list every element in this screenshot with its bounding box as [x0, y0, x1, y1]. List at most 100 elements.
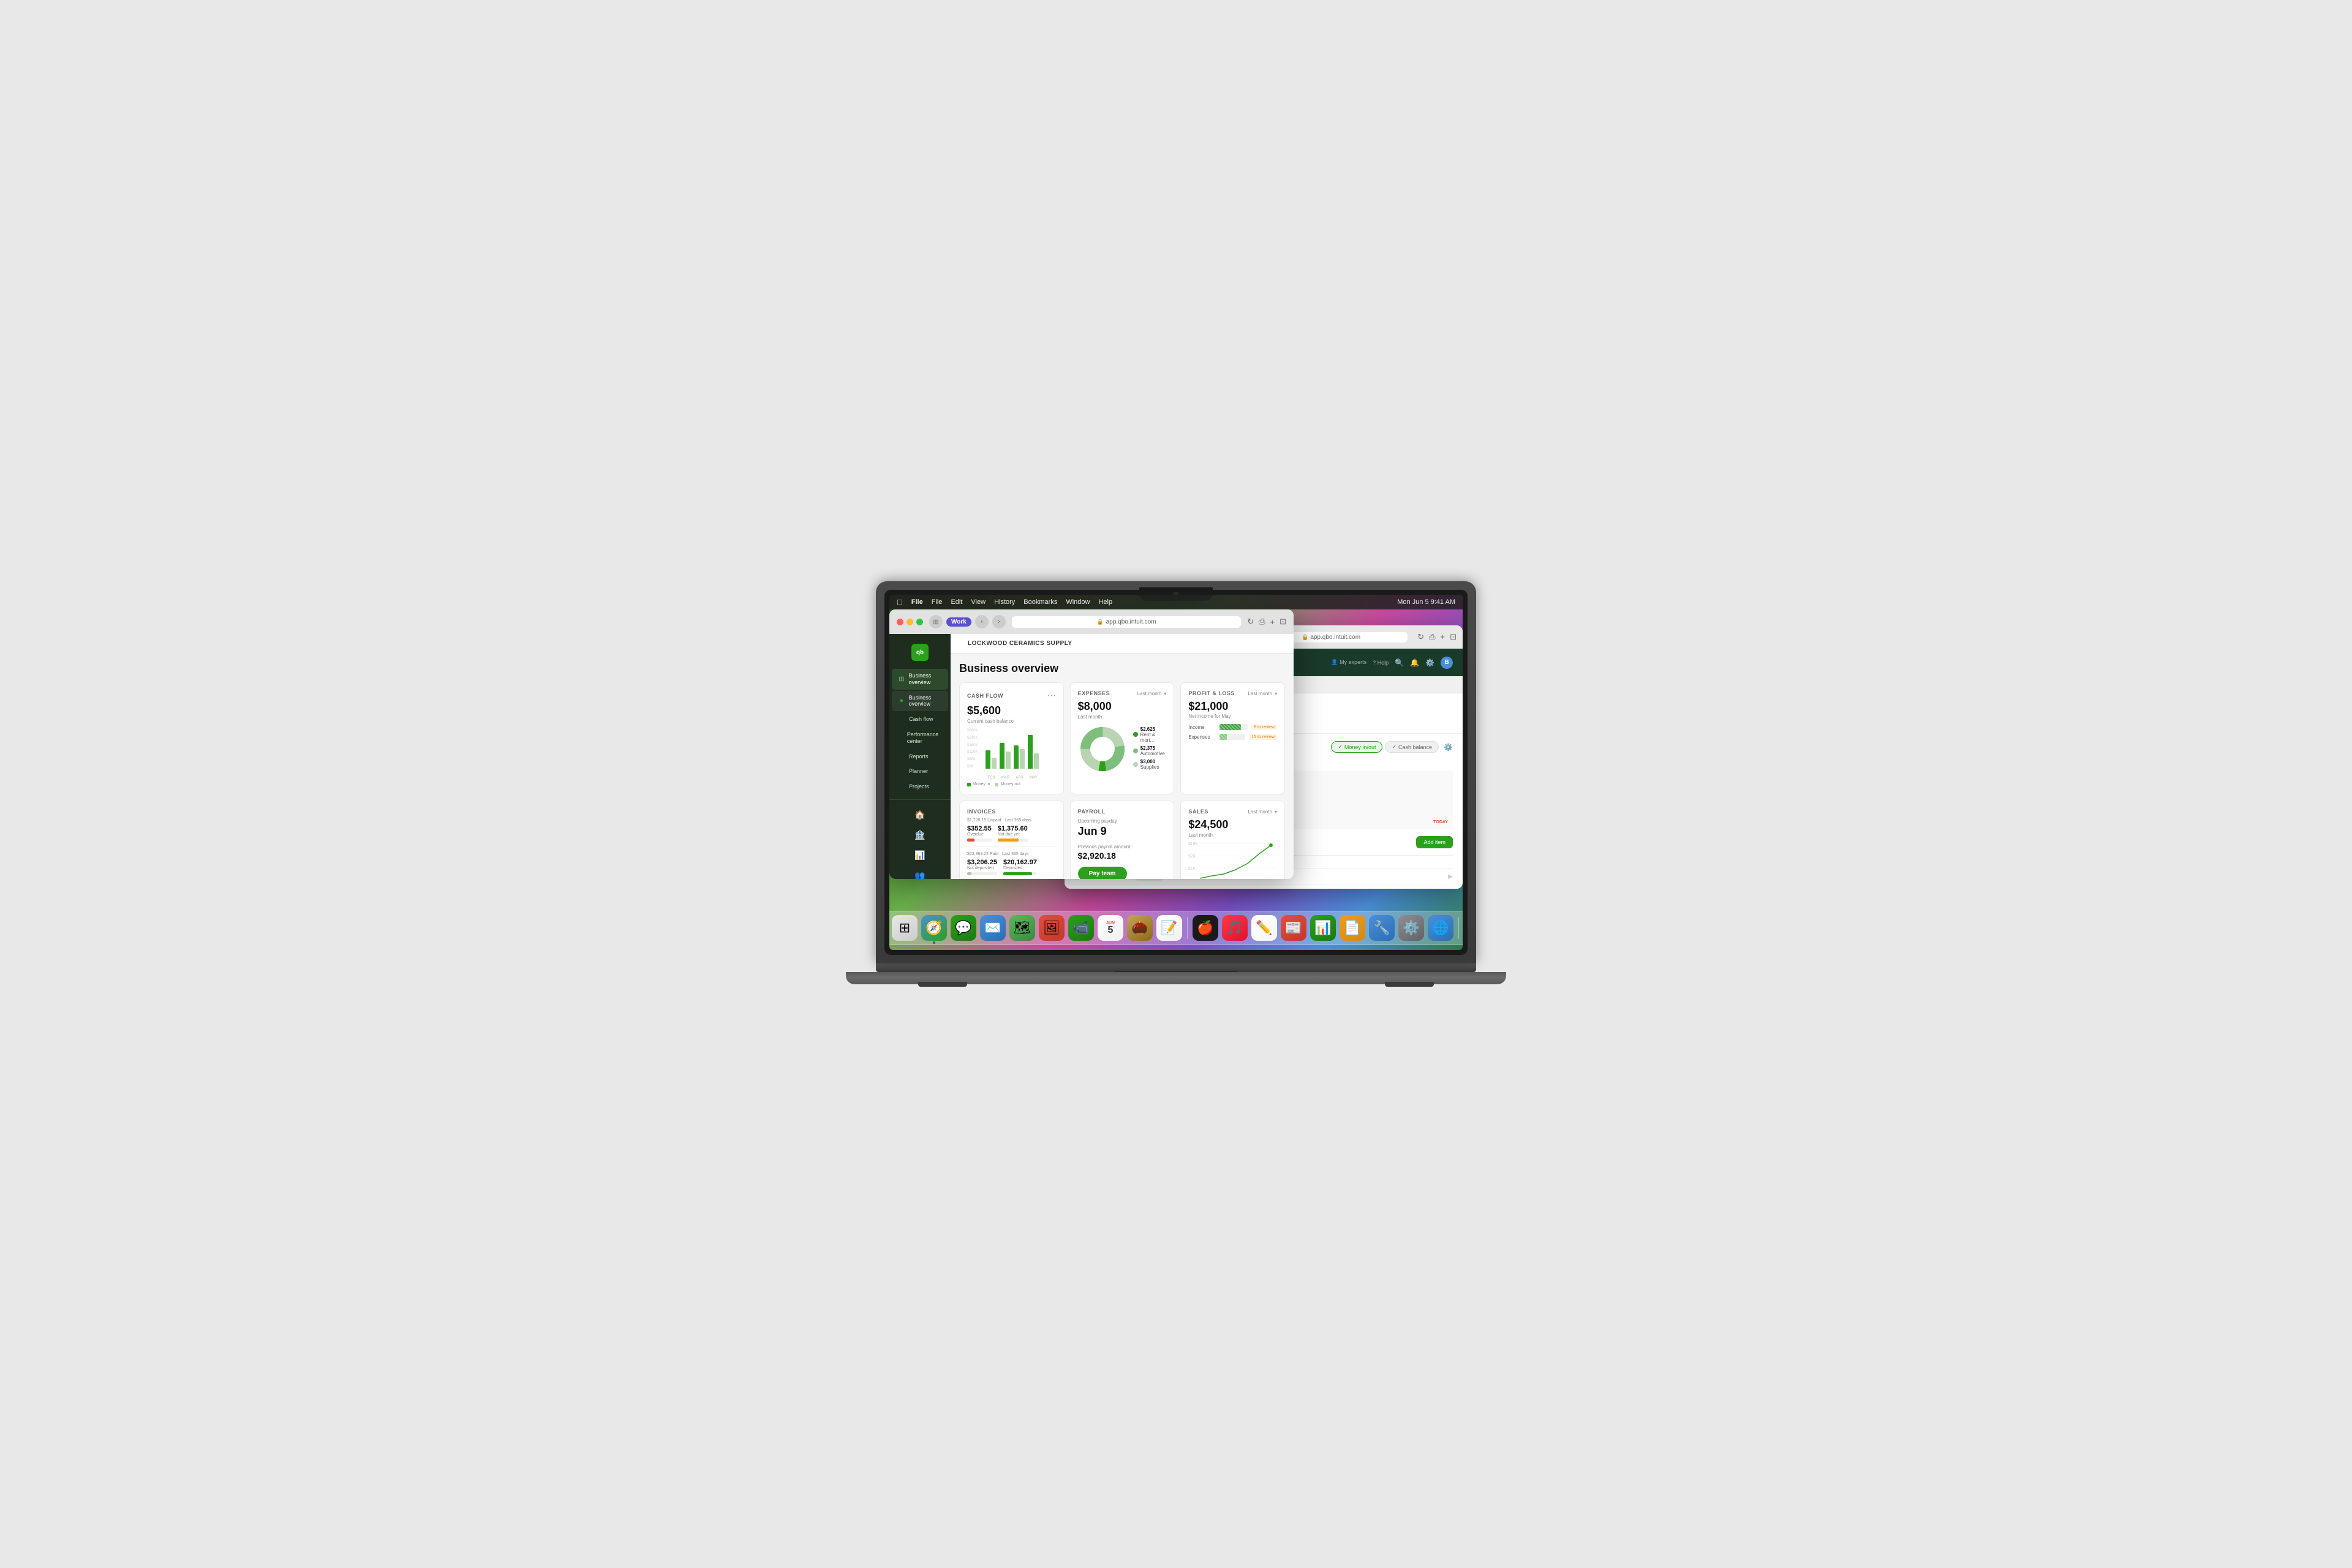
sidebar-toggle-front[interactable]: ⊞ [929, 615, 943, 628]
dock-maps[interactable]: 🗺 [1009, 915, 1035, 941]
menu-view[interactable]: View [971, 598, 986, 606]
row1-expand[interactable]: ▶ [1448, 873, 1453, 880]
cf-bar-group-may [1028, 735, 1039, 769]
add-item-btn[interactable]: Add item [1416, 836, 1453, 848]
expenses-dropdown-icon: ▾ [1164, 691, 1166, 696]
sidebar-item-cashflow[interactable]: Cash flow [892, 712, 948, 726]
share-icon-front[interactable]: ⎙ [1259, 617, 1265, 627]
sales-period-selector[interactable]: Last month ▾ [1248, 809, 1277, 815]
cashflow-menu-icon[interactable]: ⋯ [1047, 690, 1056, 701]
sidebar-customers-icon[interactable]: 👥 [889, 865, 951, 879]
back-btn-front[interactable]: ‹ [975, 615, 989, 628]
reload-icon-back[interactable]: ↻ [1417, 632, 1424, 642]
sidebar-bank-icon[interactable]: 🏦 [889, 825, 951, 845]
forward-btn-front[interactable]: › [992, 615, 1006, 628]
sidebar-chart-icon[interactable]: 📊 [889, 845, 951, 865]
dock-separator [1187, 917, 1188, 939]
qb-sidebar: qb ⊞ Business overview ● Business overvi… [889, 634, 951, 879]
dock-tv[interactable]: 🍎 [1193, 915, 1218, 941]
new-tab-icon-front[interactable]: + [1270, 617, 1275, 627]
dock-safari[interactable]: 🧭 [921, 915, 947, 941]
work-tag[interactable]: Work [946, 617, 971, 627]
sidebar-item-business-overview-sub[interactable]: ● Business overview [892, 691, 948, 712]
avatar-back[interactable]: B [1441, 657, 1453, 669]
tabs-overview-icon-back[interactable]: ⊡ [1450, 632, 1457, 642]
apple-logo-icon[interactable]:  [897, 598, 903, 607]
dock-appstore[interactable]: 🔧 [1369, 915, 1395, 941]
tabs-icon-front[interactable]: ⊡ [1280, 617, 1286, 627]
dock-numbers[interactable]: 📊 [1310, 915, 1336, 941]
sidebar-item-business-overview-nav[interactable]: ⊞ Business overview [892, 669, 948, 690]
menu-help[interactable]: Help [1098, 598, 1112, 606]
pl-subtitle: Net income for May [1188, 714, 1277, 719]
dock-music[interactable]: 🎵 [1222, 915, 1248, 941]
macbook:  File File Edit View History Bookmarks … [876, 581, 1476, 987]
dock-facetime[interactable]: 📹 [1068, 915, 1094, 941]
cf-bar-apr-out [1020, 749, 1025, 769]
legend-out: Money out [995, 782, 1020, 786]
dock-messages[interactable]: 💬 [951, 915, 976, 941]
settings-icon-back[interactable]: ⚙️ [1425, 658, 1434, 667]
minimize-button-front[interactable] [907, 619, 913, 625]
close-button-front[interactable] [897, 619, 903, 625]
dock-settings[interactable]: ⚙️ [1398, 915, 1424, 941]
dock-photos[interactable]: 🖼 [1039, 915, 1065, 941]
dock-siri[interactable]: 🌰 [1127, 915, 1153, 941]
dock-network[interactable]: 🌐 [1428, 915, 1453, 941]
pl-income-bar [1219, 724, 1248, 730]
search-icon-back[interactable]: 🔍 [1395, 658, 1404, 667]
foot-left [918, 982, 967, 987]
sidebar-item-planner[interactable]: Planner [892, 764, 948, 778]
share-icon-back[interactable]: ⎙ [1429, 632, 1435, 642]
cf-bar-mar-in [1000, 743, 1005, 769]
invoices-deposited-amount: $20,162.97 [1003, 859, 1037, 866]
help-back[interactable]: ? Help [1373, 660, 1389, 666]
sidebar-item-reports[interactable]: Reports [892, 750, 948, 764]
dock-mail[interactable]: ✉️ [980, 915, 1006, 941]
exp-details-3: $3,000 Supplies [1140, 759, 1159, 770]
maximize-button-front[interactable] [916, 619, 923, 625]
pl-income-badge[interactable]: 8 to review [1251, 725, 1277, 730]
dock-calendar[interactable]: JUN 5 [1098, 915, 1123, 941]
macos-menubar:  File File Edit View History Bookmarks … [889, 595, 1463, 609]
bell-icon-back[interactable]: 🔔 [1410, 658, 1419, 667]
expenses-period-selector[interactable]: Last month ▾ [1137, 691, 1167, 696]
new-tab-icon-back[interactable]: + [1441, 632, 1446, 642]
my-experts-back[interactable]: 👤 My experts [1331, 659, 1366, 666]
macbook-bottom [876, 963, 1476, 972]
sales-card-header: SALES Last month ▾ [1188, 809, 1277, 815]
dock-freeform[interactable]: ✏️ [1251, 915, 1277, 941]
menu-safari[interactable]: File [911, 598, 923, 606]
settings-icon-planner[interactable]: ⚙️ [1444, 743, 1453, 752]
menu-edit[interactable]: Edit [951, 598, 962, 606]
nav-icon-home: ⊞ [898, 674, 905, 684]
expenses-donut-chart [1078, 725, 1127, 774]
invoices-paid-amounts: $3,206.25 Not deposited [967, 859, 1056, 875]
reload-icon-front[interactable]: ↻ [1247, 617, 1254, 627]
url-front: app.qbo.intuit.com [1106, 619, 1156, 625]
invoices-overdue-col: $352.55 Overdue [967, 825, 992, 842]
cf-bar-group-feb [986, 750, 997, 769]
dock-launchpad[interactable]: ⊞ [892, 915, 918, 941]
sidebar-item-projects[interactable]: Projects [892, 780, 948, 794]
svg-text:$18K: $18K [1188, 842, 1198, 846]
nav-label-performance: Performance center [907, 731, 942, 745]
menu-window[interactable]: Window [1066, 598, 1090, 606]
cash-balance-btn[interactable]: ✓ Cash balance [1385, 741, 1439, 753]
dock-news[interactable]: 📰 [1281, 915, 1306, 941]
dock-reminders[interactable]: 📝 [1156, 915, 1182, 941]
safari-titlebar-front: ⊞ Work ‹ › 🔒 app.qbo.intuit.com ↻ ⎙ [889, 609, 1294, 634]
money-in-out-btn[interactable]: ✓ Money in/out [1331, 741, 1382, 753]
sidebar-item-performance[interactable]: Performance center [892, 728, 948, 748]
sidebar-home-icon[interactable]: 🏠 [889, 805, 951, 825]
menu-history[interactable]: History [994, 598, 1015, 606]
menu-file[interactable]: File [932, 598, 943, 606]
address-bar-front[interactable]: 🔒 app.qbo.intuit.com [1012, 616, 1241, 628]
dock-pages[interactable]: 📄 [1340, 915, 1365, 941]
pay-team-button[interactable]: Pay team [1078, 867, 1127, 879]
sales-period-label: Last month [1188, 832, 1277, 838]
pl-expenses-badge[interactable]: 15 to review [1249, 734, 1277, 740]
pl-period-selector[interactable]: Last month ▾ [1248, 691, 1277, 696]
menu-bookmarks[interactable]: Bookmarks [1023, 598, 1057, 606]
cashflow-chart-area: $300K $240K $180K $120K $60K $0K [967, 729, 1056, 775]
